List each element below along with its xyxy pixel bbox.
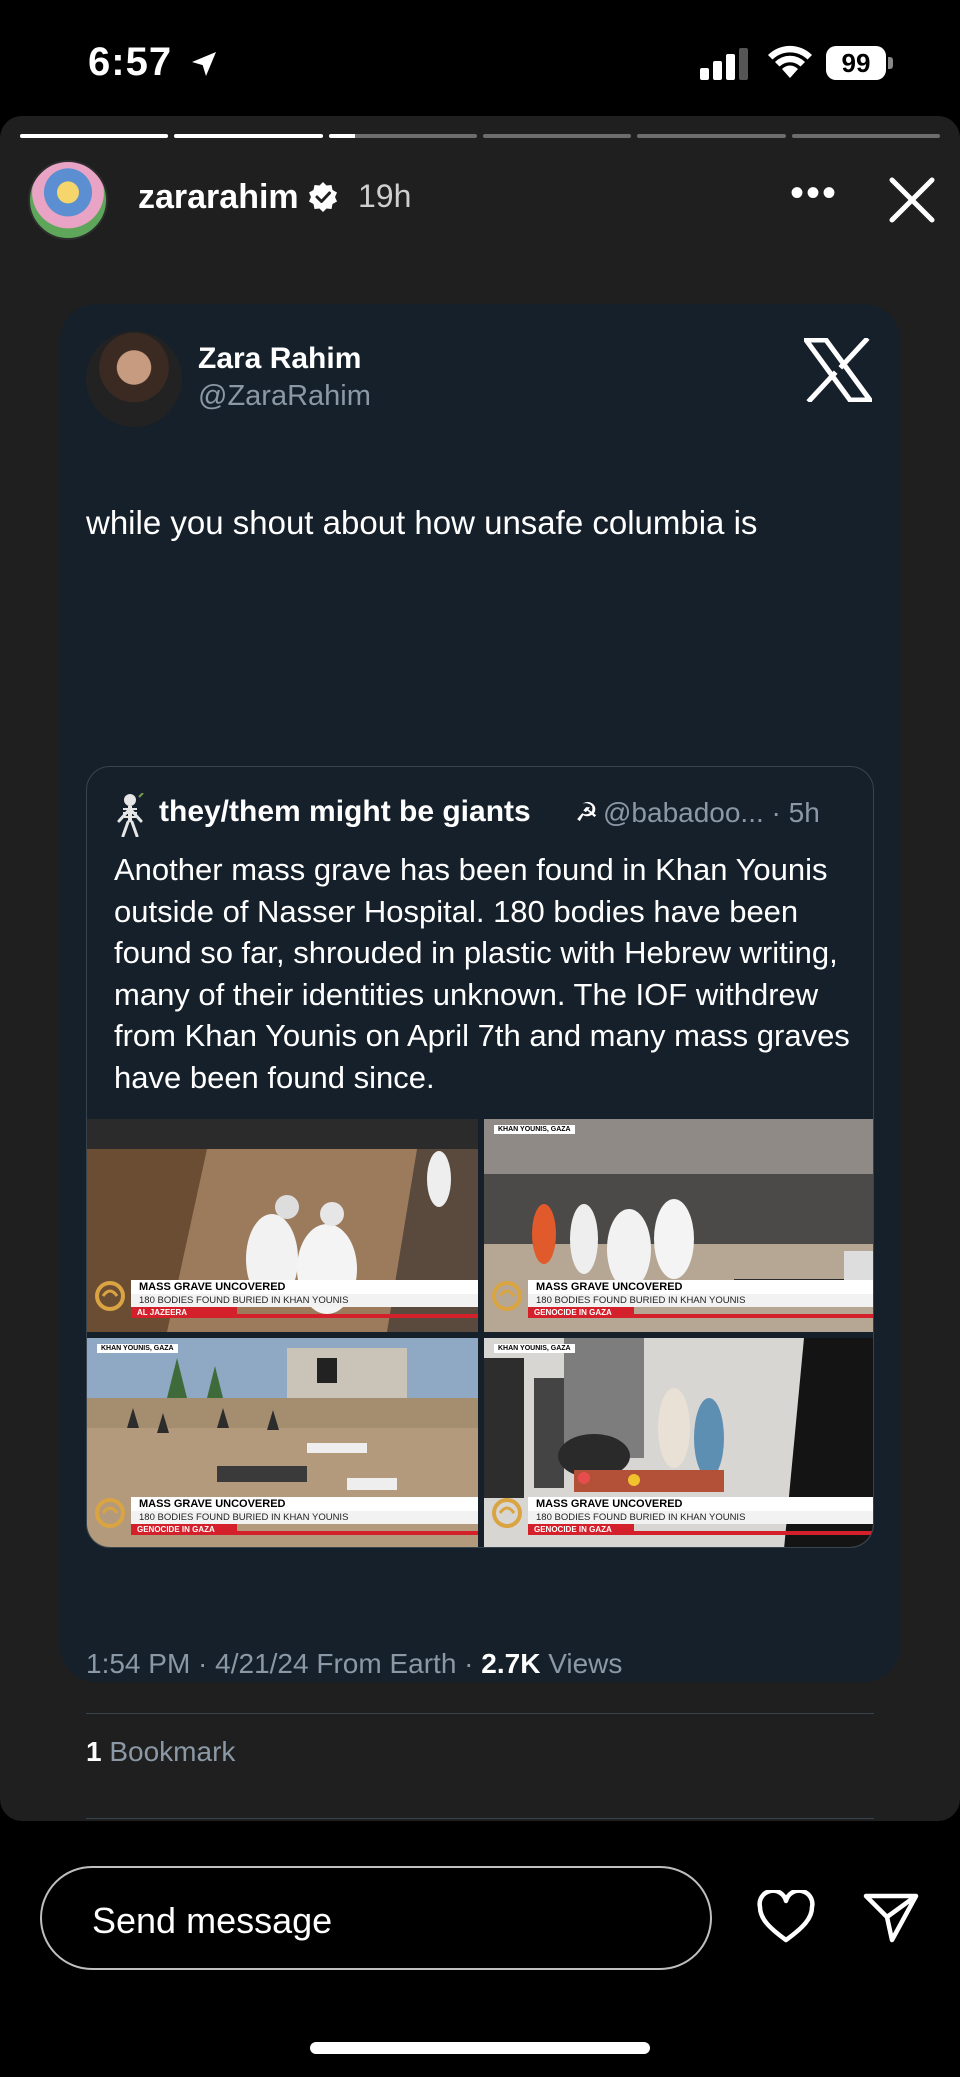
news-red-line bbox=[634, 1314, 873, 1318]
battery-indicator: 99 bbox=[826, 46, 894, 82]
story-header: zararahim 19h ••• bbox=[28, 160, 938, 240]
story-progress-segment bbox=[328, 134, 477, 138]
tweet-metadata: 1:54 PM · 4/21/24 From Earth · 2.7K View… bbox=[86, 1648, 622, 1680]
status-bar: 6:57 99 bbox=[0, 0, 960, 115]
views-label: Views bbox=[540, 1648, 623, 1679]
bookmark-label: Bookmark bbox=[101, 1736, 236, 1767]
home-indicator bbox=[310, 2042, 650, 2054]
quoted-author-name: they/them might be giants bbox=[159, 795, 531, 828]
divider bbox=[86, 1713, 874, 1714]
news-strap: GENOCIDE IN GAZA bbox=[131, 1524, 237, 1535]
divider bbox=[86, 1818, 874, 1819]
battery-nub bbox=[888, 57, 893, 69]
bookmark-number: 1 bbox=[86, 1736, 102, 1767]
story-time-ago: 19h bbox=[358, 178, 412, 214]
news-subline: 180 BODIES FOUND BURIED IN KHAN YOUNIS bbox=[131, 1511, 478, 1524]
news-lower-third: MASS GRAVE UNCOVERED 180 BODIES FOUND BU… bbox=[87, 1497, 478, 1543]
news-subline: 180 BODIES FOUND BURIED IN KHAN YOUNIS bbox=[528, 1511, 873, 1524]
story-progress-fill bbox=[174, 134, 323, 138]
verified-badge-icon bbox=[309, 182, 337, 212]
cellular-signal-icon bbox=[700, 48, 748, 80]
media-photo-2[interactable]: KHAN YOUNIS, GAZA MASS GRAVE UNCOVERED 1… bbox=[484, 1119, 873, 1332]
battery-level: 99 bbox=[826, 46, 886, 80]
story-progress-segment bbox=[174, 134, 323, 138]
news-headline: MASS GRAVE UNCOVERED bbox=[528, 1497, 873, 1511]
story-progress-bar bbox=[20, 134, 940, 138]
news-location-tag: KHAN YOUNIS, GAZA bbox=[97, 1344, 178, 1353]
al-jazeera-logo-icon bbox=[492, 1281, 522, 1311]
tweet-card[interactable]: Zara Rahim @ZaraRahim while you shout ab… bbox=[60, 304, 900, 1819]
story-progress-segment bbox=[637, 134, 786, 138]
location-arrow-icon bbox=[192, 52, 216, 76]
story-author-avatar[interactable] bbox=[28, 160, 108, 240]
news-location-tag: KHAN YOUNIS, GAZA bbox=[494, 1125, 575, 1134]
news-subline: 180 BODIES FOUND BURIED IN KHAN YOUNIS bbox=[528, 1294, 873, 1307]
tweet-timestamp: 1:54 PM · 4/21/24 From Earth · bbox=[86, 1648, 482, 1679]
news-lower-third: MASS GRAVE UNCOVERED 180 BODIES FOUND BU… bbox=[484, 1497, 873, 1543]
skeleton-avatar-icon bbox=[117, 793, 144, 837]
al-jazeera-logo-icon bbox=[492, 1498, 522, 1528]
story-progress-fill bbox=[328, 134, 356, 138]
quoted-author-handle: @babadoo... · 5h bbox=[603, 797, 820, 828]
news-red-line bbox=[634, 1531, 873, 1535]
views-count: 2.7K bbox=[481, 1648, 541, 1679]
news-headline: MASS GRAVE UNCOVERED bbox=[131, 1280, 478, 1294]
tweet-author-name: Zara Rahim bbox=[198, 342, 362, 375]
news-subline: 180 BODIES FOUND BURIED IN KHAN YOUNIS bbox=[131, 1294, 478, 1307]
send-message-placeholder: Send message bbox=[92, 1900, 333, 1941]
story-progress-segment bbox=[791, 134, 940, 138]
media-photo-4[interactable]: KHAN YOUNIS, GAZA MASS GRAVE UNCOVERED 1… bbox=[484, 1338, 873, 1547]
news-red-line bbox=[237, 1314, 478, 1318]
status-time: 6:57 bbox=[88, 40, 173, 84]
news-lower-third: MASS GRAVE UNCOVERED 180 BODIES FOUND BU… bbox=[484, 1280, 873, 1326]
news-strap: GENOCIDE IN GAZA bbox=[528, 1307, 634, 1318]
media-grid: MASS GRAVE UNCOVERED 180 BODIES FOUND BU… bbox=[87, 1119, 873, 1547]
x-logo-icon bbox=[804, 338, 872, 402]
news-lower-third: MASS GRAVE UNCOVERED 180 BODIES FOUND BU… bbox=[87, 1280, 478, 1326]
news-red-line bbox=[237, 1531, 478, 1535]
close-icon[interactable] bbox=[884, 172, 940, 228]
news-headline: MASS GRAVE UNCOVERED bbox=[528, 1280, 873, 1294]
news-strap: GENOCIDE IN GAZA bbox=[528, 1524, 634, 1535]
send-paper-plane-icon[interactable] bbox=[862, 1890, 920, 1944]
wifi-icon bbox=[768, 45, 812, 78]
story-author-username[interactable]: zararahim bbox=[138, 178, 299, 217]
bookmark-count[interactable]: 1 Bookmark bbox=[86, 1736, 235, 1768]
al-jazeera-logo-icon bbox=[95, 1498, 125, 1528]
heart-icon[interactable] bbox=[756, 1890, 816, 1944]
quoted-author-symbol: ☭ bbox=[575, 797, 599, 827]
story-progress-segment bbox=[482, 134, 632, 138]
media-photo-1[interactable]: MASS GRAVE UNCOVERED 180 BODIES FOUND BU… bbox=[87, 1119, 478, 1332]
al-jazeera-logo-icon bbox=[95, 1281, 125, 1311]
story-progress-segment bbox=[20, 134, 169, 138]
media-photo-3[interactable]: KHAN YOUNIS, GAZA MASS GRAVE UNCOVERED 1… bbox=[87, 1338, 478, 1547]
quoted-tweet-text: Another mass grave has been found in Kha… bbox=[114, 852, 850, 1095]
news-headline: MASS GRAVE UNCOVERED bbox=[131, 1497, 478, 1511]
story-viewer[interactable]: zararahim 19h ••• Zara Rahim @ZaraRahim … bbox=[0, 116, 960, 1821]
tweet-author-avatar bbox=[86, 331, 182, 427]
news-location-tag: KHAN YOUNIS, GAZA bbox=[494, 1344, 575, 1353]
quoted-tweet[interactable]: they/them might be giants ☭ @babadoo... … bbox=[86, 766, 874, 1548]
story-progress-fill bbox=[20, 134, 169, 138]
tweet-text: while you shout about how unsafe columbi… bbox=[86, 504, 758, 541]
send-message-input[interactable]: Send message bbox=[40, 1866, 712, 1970]
tweet-author-handle: @ZaraRahim bbox=[198, 380, 371, 412]
more-options-button[interactable]: ••• bbox=[790, 173, 838, 213]
news-strap: AL JAZEERA bbox=[131, 1307, 237, 1318]
